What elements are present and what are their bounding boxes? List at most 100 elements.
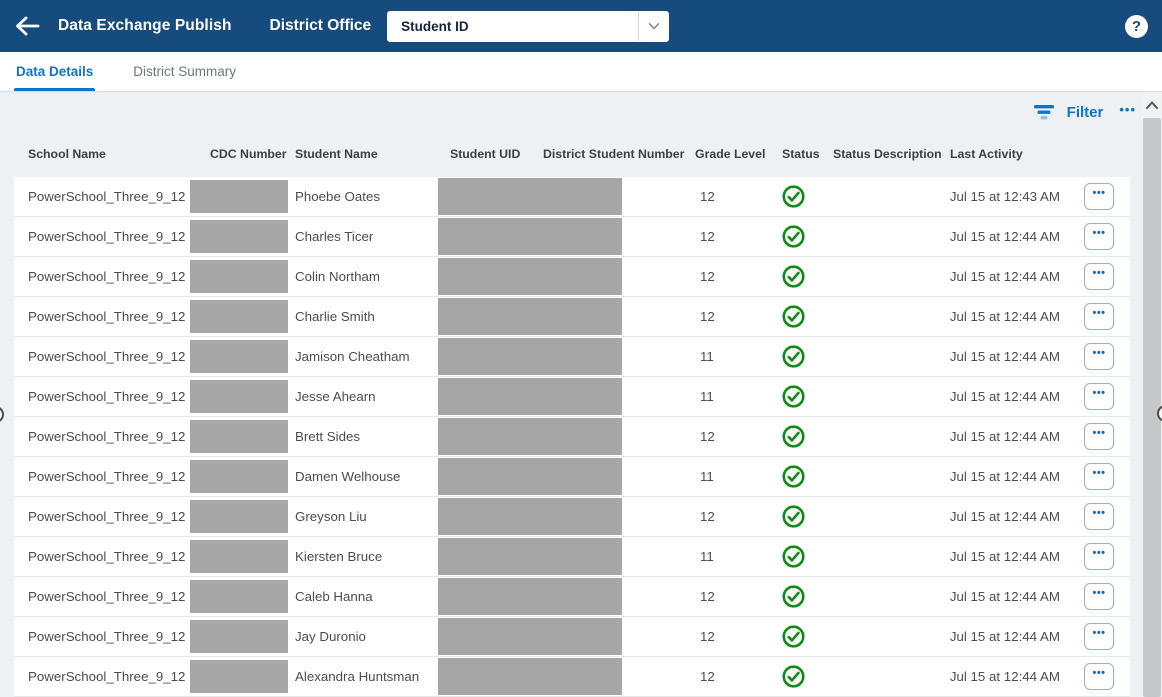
table-row[interactable]: PowerSchool_Three_9_12 Charlie Smith 12 … [14, 297, 1130, 337]
table-row[interactable]: PowerSchool_Three_9_12 Jamison Cheatham … [14, 337, 1130, 377]
redacted-cdc-number [190, 540, 288, 573]
cell-status [766, 305, 819, 328]
redacted-student-uid-and-district-number [438, 658, 622, 695]
cell-last-activity: Jul 15 at 12:44 AM [949, 349, 1060, 364]
tab-bar: Data Details District Summary [0, 52, 1162, 92]
table-row[interactable]: PowerSchool_Three_9_12 Caleb Hanna 12 Ju… [14, 577, 1130, 617]
table-row[interactable]: PowerSchool_Three_9_12 Phoebe Oates 12 J… [14, 177, 1130, 217]
redacted-student-uid-and-district-number [438, 258, 622, 295]
cell-status [766, 425, 819, 448]
column-header-cdc-number[interactable]: CDC Number [190, 147, 295, 161]
cell-student-name: Colin Northam [295, 269, 380, 284]
toolbar-more-button[interactable]: ••• [1117, 100, 1138, 125]
cell-status [766, 185, 819, 208]
cell-student-name: Phoebe Oates [295, 189, 381, 204]
redacted-cdc-number [190, 660, 288, 693]
cell-status [766, 545, 819, 568]
cell-school-name: PowerSchool_Three_9_12 [28, 429, 186, 444]
row-actions-button[interactable]: ••• [1084, 543, 1114, 570]
column-header-student-name[interactable]: Student Name [295, 147, 438, 161]
tab-data-details[interactable]: Data Details [14, 52, 96, 91]
status-success-icon [782, 225, 805, 248]
table-row[interactable]: PowerSchool_Three_9_12 Alexandra Huntsma… [14, 657, 1130, 697]
status-success-icon [782, 505, 805, 528]
cell-school-name: PowerSchool_Three_9_12 [28, 189, 186, 204]
row-actions-button[interactable]: ••• [1084, 663, 1114, 690]
redacted-cdc-number [190, 420, 288, 453]
cell-last-activity: Jul 15 at 12:44 AM [949, 229, 1060, 244]
redacted-cdc-number [190, 220, 288, 253]
column-header-student-uid[interactable]: Student UID [438, 147, 543, 161]
back-button[interactable] [12, 11, 42, 41]
filter-button[interactable]: Filter [1033, 103, 1103, 121]
cell-grade-level: 12 [700, 269, 715, 284]
redacted-student-uid-and-district-number [438, 378, 622, 415]
status-success-icon [782, 625, 805, 648]
cell-grade-level: 12 [700, 309, 715, 324]
redacted-cdc-number [190, 580, 288, 613]
status-success-icon [782, 665, 805, 688]
redacted-cdc-number [190, 340, 288, 373]
row-actions-button[interactable]: ••• [1084, 343, 1114, 370]
redacted-cdc-number [190, 380, 288, 413]
column-header-school-name[interactable]: School Name [14, 147, 190, 161]
vertical-scrollbar[interactable] [1142, 93, 1162, 697]
table-row[interactable]: PowerSchool_Three_9_12 Greyson Liu 12 Ju… [14, 497, 1130, 537]
filter-icon [1033, 105, 1054, 120]
row-actions-button[interactable]: ••• [1084, 383, 1114, 410]
cell-last-activity: Jul 15 at 12:44 AM [949, 429, 1060, 444]
table-row[interactable]: PowerSchool_Three_9_12 Charles Ticer 12 … [14, 217, 1130, 257]
column-header-last-activity[interactable]: Last Activity [936, 147, 1066, 161]
column-header-grade-level[interactable]: Grade Level [680, 147, 766, 161]
row-actions-button[interactable]: ••• [1084, 303, 1114, 330]
table-row[interactable]: PowerSchool_Three_9_12 Jesse Ahearn 11 J… [14, 377, 1130, 417]
table-header-row: School Name CDC Number Student Name Stud… [14, 131, 1130, 177]
table-row[interactable]: PowerSchool_Three_9_12 Colin Northam 12 … [14, 257, 1130, 297]
column-header-district-student-number[interactable]: District Student Number [543, 147, 684, 161]
cell-last-activity: Jul 15 at 12:44 AM [949, 509, 1060, 524]
cell-student-name: Greyson Liu [295, 509, 367, 524]
cell-status [766, 465, 819, 488]
tab-district-summary[interactable]: District Summary [131, 52, 238, 91]
table-row[interactable]: PowerSchool_Three_9_12 Jay Duronio 12 Ju… [14, 617, 1130, 657]
redacted-student-uid-and-district-number [438, 538, 622, 575]
status-success-icon [782, 185, 805, 208]
row-actions-button[interactable]: ••• [1084, 583, 1114, 610]
cell-last-activity: Jul 15 at 12:44 AM [949, 469, 1060, 484]
chevron-down-icon [638, 11, 668, 41]
redacted-student-uid-and-district-number [438, 578, 622, 615]
row-actions-button[interactable]: ••• [1084, 183, 1114, 210]
status-success-icon [782, 425, 805, 448]
table-row[interactable]: PowerSchool_Three_9_12 Kiersten Bruce 11… [14, 537, 1130, 577]
status-success-icon [782, 385, 805, 408]
help-button[interactable]: ? [1125, 14, 1148, 38]
category-dropdown[interactable]: Student ID [387, 10, 670, 42]
scroll-up-button[interactable] [1142, 93, 1162, 117]
table-row[interactable]: PowerSchool_Three_9_12 Damen Welhouse 11… [14, 457, 1130, 497]
cell-student-name: Jay Duronio [295, 629, 366, 644]
cell-last-activity: Jul 15 at 12:43 AM [949, 189, 1060, 204]
cell-school-name: PowerSchool_Three_9_12 [28, 629, 186, 644]
table-row[interactable]: PowerSchool_Three_9_12 Brett Sides 12 Ju… [14, 417, 1130, 457]
row-actions-button[interactable]: ••• [1084, 503, 1114, 530]
redacted-cdc-number [190, 260, 288, 293]
cell-grade-level: 12 [700, 229, 715, 244]
row-actions-button[interactable]: ••• [1084, 463, 1114, 490]
status-success-icon [782, 545, 805, 568]
column-header-status[interactable]: Status [766, 147, 820, 161]
status-success-icon [782, 465, 805, 488]
cell-grade-level: 12 [700, 429, 715, 444]
cell-status [766, 625, 819, 648]
cell-grade-level: 11 [700, 349, 714, 364]
status-success-icon [782, 305, 805, 328]
column-header-status-description[interactable]: Status Description [819, 147, 942, 161]
cell-school-name: PowerSchool_Three_9_12 [28, 229, 186, 244]
content-area: Filter ••• School Name CDC Number Studen… [0, 93, 1142, 697]
cell-last-activity: Jul 15 at 12:44 AM [949, 669, 1060, 684]
cell-grade-level: 11 [700, 469, 714, 484]
row-actions-button[interactable]: ••• [1084, 623, 1114, 650]
row-actions-button[interactable]: ••• [1084, 263, 1114, 290]
row-actions-button[interactable]: ••• [1084, 423, 1114, 450]
back-arrow-icon [16, 16, 40, 36]
row-actions-button[interactable]: ••• [1084, 223, 1114, 250]
